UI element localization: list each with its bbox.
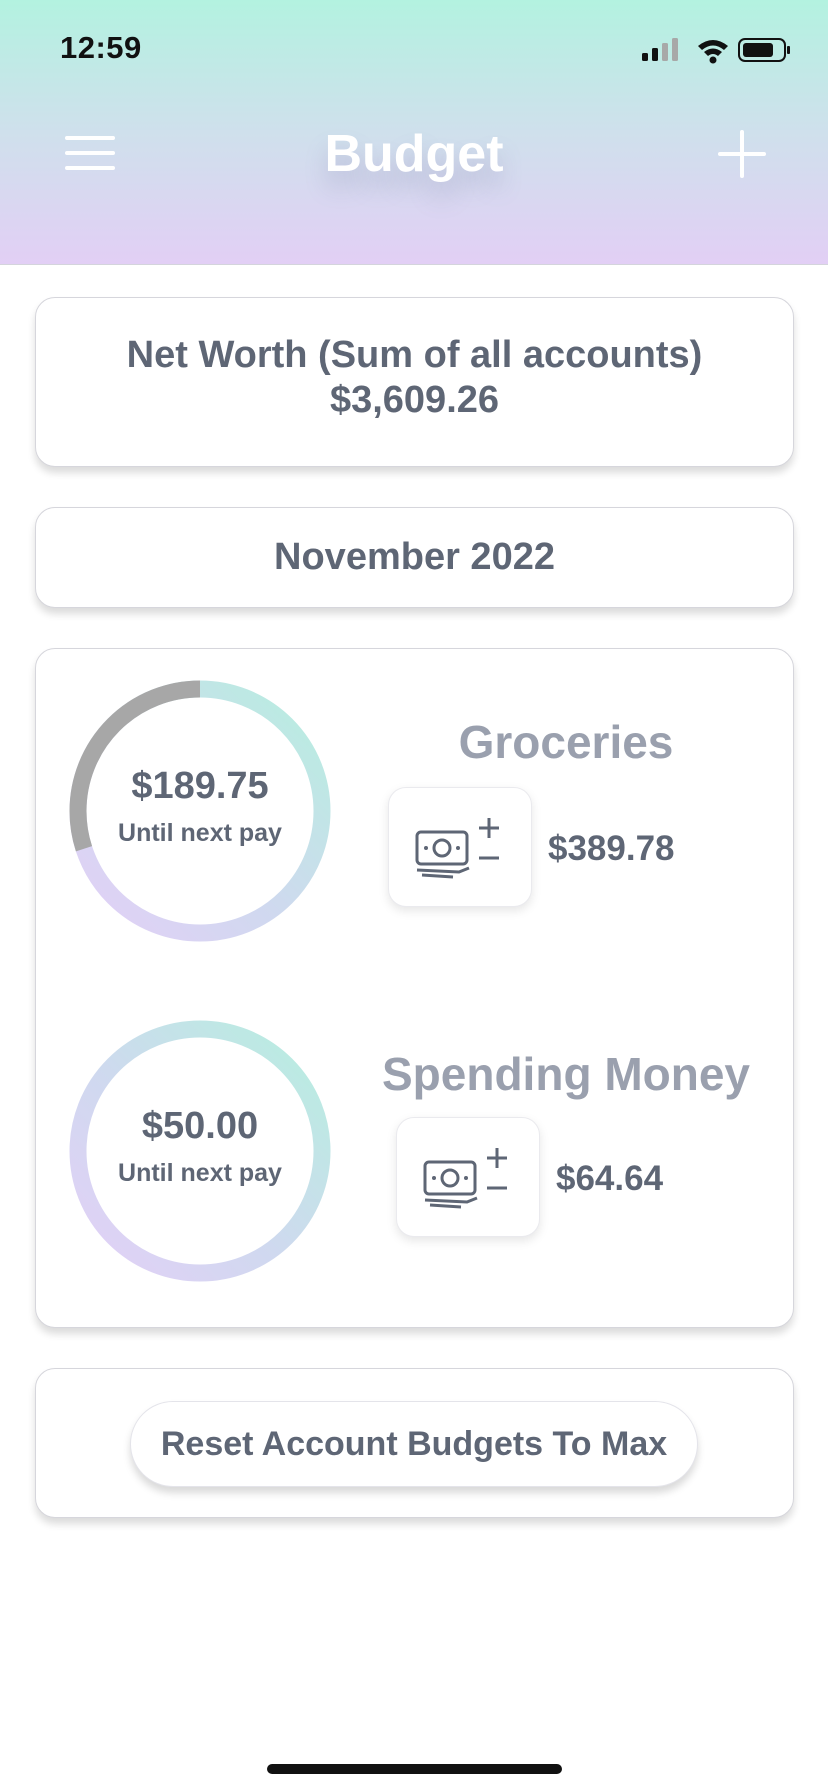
account-name: Spending Money <box>382 1048 750 1100</box>
net-worth-label: Net Worth (Sum of all accounts) <box>126 334 703 376</box>
add-button[interactable] <box>718 130 766 178</box>
budget-ring: $189.75 Until next pay <box>68 679 332 943</box>
wifi-icon <box>698 40 728 64</box>
remaining-caption: Until next pay <box>118 1159 282 1187</box>
reset-budgets-button[interactable]: Reset Account Budgets To Max <box>130 1401 698 1487</box>
remaining-caption: Until next pay <box>118 819 282 847</box>
plus-icon <box>718 130 766 178</box>
remaining-amount: $189.75 <box>131 765 269 807</box>
cash-plus-minus-icon <box>423 1148 507 1209</box>
home-indicator <box>267 1764 562 1774</box>
reset-card: Reset Account Budgets To Max <box>35 1368 794 1518</box>
status-icons <box>642 36 792 66</box>
account-balance: $64.64 <box>556 1159 664 1198</box>
status-time: 12:59 <box>60 30 142 65</box>
month-label: November 2022 <box>274 536 555 578</box>
remaining-amount: $50.00 <box>141 1105 259 1147</box>
cash-plus-minus-icon <box>415 818 499 879</box>
accounts-card: $189.75 Until next pay Groceries $389.78 <box>35 648 794 1328</box>
app-header: 12:59 Budget <box>0 0 828 265</box>
net-worth-value: $3,609.26 <box>329 379 500 421</box>
adjust-balance-button[interactable] <box>388 787 532 907</box>
account-spending-money: $50.00 Until next pay Spending Money $64… <box>36 1019 795 1319</box>
budget-ring: $50.00 Until next pay <box>68 1019 332 1283</box>
account-groceries: $189.75 Until next pay Groceries $389.78 <box>36 679 795 979</box>
page-title: Budget <box>324 125 504 183</box>
account-name: Groceries <box>458 716 674 768</box>
account-balance: $389.78 <box>548 829 675 868</box>
cellular-signal-icon <box>642 38 678 61</box>
net-worth-card: Net Worth (Sum of all accounts) $3,609.2… <box>35 297 794 467</box>
adjust-balance-button[interactable] <box>396 1117 540 1237</box>
battery-icon <box>738 38 790 62</box>
month-selector[interactable]: November 2022 <box>35 507 794 608</box>
